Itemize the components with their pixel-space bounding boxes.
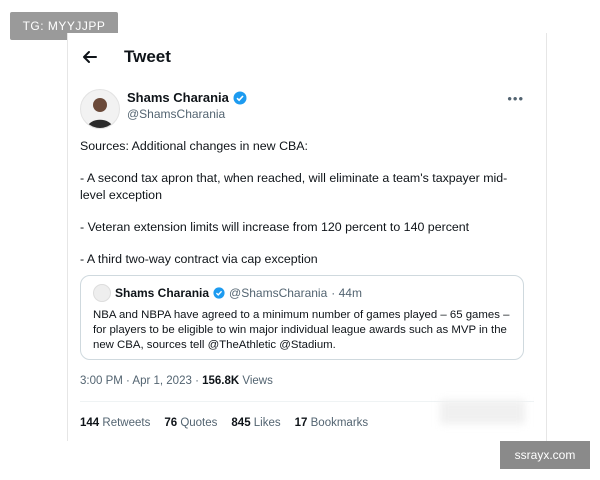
smudge <box>440 400 525 424</box>
quoted-author-name: Shams Charania <box>115 286 210 300</box>
author-handle[interactable]: @ShamsCharania <box>127 107 247 121</box>
tweet-body: Sources: Additional changes in new CBA: … <box>80 138 520 283</box>
tweet-stats: 144 Retweets 76 Quotes 845 Likes 17 Book… <box>80 417 368 429</box>
quoted-tweet[interactable]: Shams Charania @ShamsCharania · 44m NBA … <box>80 275 524 360</box>
bookmarks-stat[interactable]: 17 Bookmarks <box>295 417 369 429</box>
quoted-author-handle: @ShamsCharania <box>229 286 328 300</box>
quoted-avatar <box>93 284 111 302</box>
verified-badge-icon <box>233 91 247 105</box>
views-count: 156.8K <box>202 375 240 387</box>
page-title: Tweet <box>124 47 171 66</box>
watermark-bottom-right: ssrayx.com <box>500 441 590 469</box>
more-options-icon[interactable]: ••• <box>507 91 524 106</box>
tweet-metadata: 3:00 PM · Apr 1, 2023 · 156.8K Views <box>80 375 273 387</box>
verified-badge-icon <box>213 287 225 299</box>
tweet-author: Shams Charania @ShamsCharania <box>127 90 247 121</box>
quotes-stat[interactable]: 76 Quotes <box>164 417 217 429</box>
retweets-stat[interactable]: 144 Retweets <box>80 417 150 429</box>
back-arrow-icon[interactable] <box>80 47 100 67</box>
page-header: Tweet <box>68 33 546 79</box>
quoted-tweet-text: NBA and NBPA have agreed to a minimum nu… <box>93 309 510 351</box>
tweet-page: Tweet Shams Charania @ShamsCharania ••• … <box>67 33 547 441</box>
quoted-timestamp: · 44m <box>331 286 362 300</box>
tweet-line: Sources: Additional changes in new CBA: <box>80 139 308 153</box>
tweet-line: - A third two-way contract via cap excep… <box>80 252 318 266</box>
quoted-tweet-header: Shams Charania @ShamsCharania · 44m <box>93 284 511 302</box>
views-label: Views <box>239 375 273 387</box>
tweet-line: - Veteran extension limits will increase… <box>80 220 470 234</box>
author-name[interactable]: Shams Charania <box>127 90 229 105</box>
tweet-line: - A second tax apron that, when reached,… <box>80 171 508 202</box>
tweet-timestamp[interactable]: 3:00 PM · Apr 1, 2023 · <box>80 375 202 387</box>
likes-stat[interactable]: 845 Likes <box>231 417 280 429</box>
avatar[interactable] <box>80 89 120 129</box>
